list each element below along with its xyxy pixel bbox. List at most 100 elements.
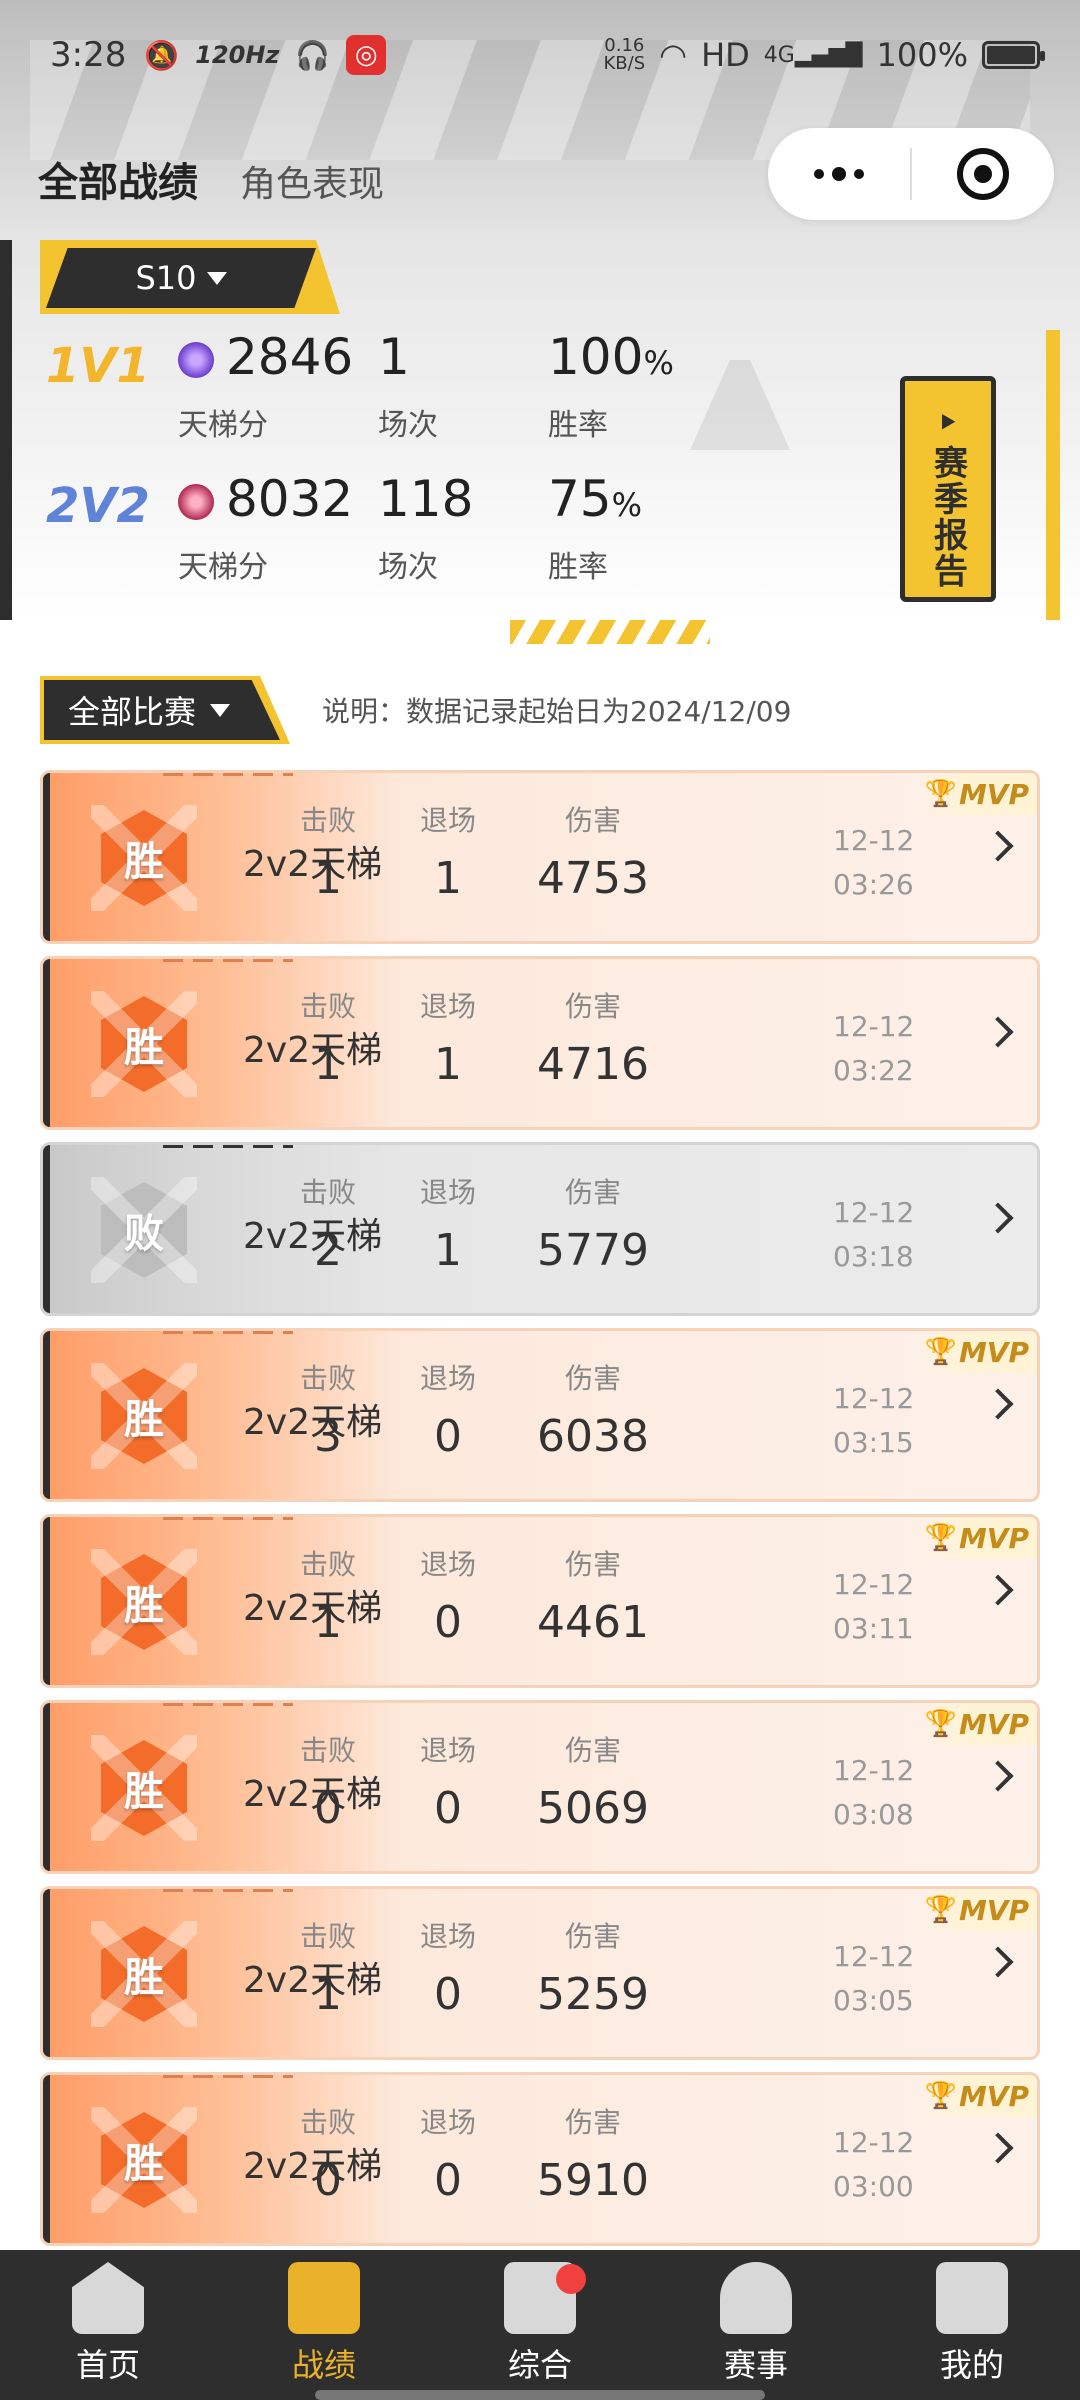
rating-label-2v2: 天梯分: [178, 550, 268, 585]
right-accent-strip: [1046, 330, 1060, 620]
matches-1v1: 1: [378, 328, 410, 386]
filter-label: 全部比赛: [68, 693, 197, 731]
winrate-1v1: 100%: [548, 328, 674, 386]
exits-header: 退场: [419, 1176, 476, 1209]
match-row[interactable]: 胜 2v2天梯 击败 0 退场 0 伤害 5069 12-12 03:08 🏆 MVP: [40, 1700, 1040, 1874]
headphones-icon: 🎧: [295, 38, 331, 72]
match-datetime: 12-12 03:05: [833, 1940, 915, 2017]
exits-header: 退场: [419, 804, 476, 837]
more-options-button[interactable]: [768, 128, 910, 220]
matches-label-1v1: 场次: [378, 408, 438, 443]
chevron-right-icon: [982, 1016, 1014, 1048]
kills-value: 1: [314, 1039, 342, 1090]
miniprogram-capsule: [768, 128, 1054, 220]
watermark-emblem: [690, 330, 790, 450]
result-badge: 胜: [91, 805, 197, 911]
exits-value: 0: [434, 1969, 462, 2020]
tab-all-records[interactable]: 全部战绩: [38, 150, 198, 208]
nav-records[interactable]: 战绩: [216, 2250, 432, 2400]
match-row[interactable]: 胜 2v2天梯 击败 1 退场 1 伤害 4753 12-12 03:26 🏆 MVP: [40, 770, 1040, 944]
match-datetime: 12-12 03:00: [833, 2126, 915, 2203]
exits-value: 1: [434, 1039, 462, 1090]
chevron-right-icon: [982, 1760, 1014, 1792]
result-badge: 胜: [91, 1735, 197, 1841]
damage-value: 6038: [537, 1411, 649, 1462]
chevron-right-icon: [982, 1946, 1014, 1978]
match-row[interactable]: 胜 2v2天梯 击败 3 退场 0 伤害 6038 12-12 03:15 🏆 MVP: [40, 1328, 1040, 1502]
home-indicator: [315, 2390, 765, 2400]
match-datetime: 12-12 03:08: [833, 1754, 915, 1831]
season-report-button[interactable]: ⯈ 赛季报告: [900, 376, 996, 602]
mvp-badge: 🏆 MVP: [917, 1517, 1037, 1559]
kills-header: 击败: [299, 1362, 356, 1395]
trophy-icon: 🏆: [924, 1523, 957, 1553]
crossed-swords-icon: [288, 2262, 360, 2334]
damage-header: 伤害: [564, 1548, 621, 1581]
kills-value: 0: [314, 2155, 342, 2206]
match-datetime: 12-12 03:22: [833, 1010, 915, 1087]
damage-value: 5069: [537, 1783, 649, 1834]
signal-icon: 4G▂▄▆█: [763, 42, 863, 68]
match-row[interactable]: 胜 2v2天梯 击败 0 退场 0 伤害 5910 12-12 03:00 🏆 MVP: [40, 2072, 1040, 2246]
exits-header: 退场: [419, 1734, 476, 1767]
exits-value: 0: [434, 1783, 462, 1834]
top-tabs: 全部战绩 角色表现: [38, 150, 384, 208]
result-badge: 胜: [91, 1363, 197, 1469]
mvp-badge: 🏆 MVP: [917, 2075, 1037, 2117]
winrate-label-2v2: 胜率: [548, 550, 608, 585]
match-datetime: 12-12 03:15: [833, 1382, 915, 1459]
profile-card-icon: [936, 2262, 1008, 2334]
match-filter-dropdown[interactable]: 全部比赛: [40, 676, 290, 744]
match-row[interactable]: 败 2v2天梯 击败 2 退场 1 伤害 5779 12-12 03:18: [40, 1142, 1040, 1316]
season-selector[interactable]: S10: [40, 240, 340, 314]
refresh-rate: 120Hz: [195, 41, 280, 69]
hazard-stripes: [510, 620, 710, 644]
rating-1v1: 2846: [226, 328, 354, 386]
home-icon: [72, 2262, 144, 2334]
damage-header: 伤害: [564, 1920, 621, 1953]
damage-value: 4753: [537, 853, 649, 904]
nav-profile[interactable]: 我的: [864, 2250, 1080, 2400]
chevron-right-icon: [982, 1202, 1014, 1234]
trophy-icon: 🏆: [924, 779, 957, 809]
notification-dot: [556, 2264, 586, 2294]
exits-header: 退场: [419, 1548, 476, 1581]
damage-value: 4716: [537, 1039, 649, 1090]
chevron-right-icon: [982, 830, 1014, 862]
match-row[interactable]: 胜 2v2天梯 击败 1 退场 0 伤害 4461 12-12 03:11 🏆 MVP: [40, 1514, 1040, 1688]
nav-home[interactable]: 首页: [0, 2250, 216, 2400]
nav-overview[interactable]: 综合: [432, 2250, 648, 2400]
match-row[interactable]: 胜 2v2天梯 击败 1 退场 1 伤害 4716 12-12 03:22: [40, 956, 1040, 1130]
winrate-2v2: 75%: [548, 470, 643, 528]
result-badge: 胜: [91, 1921, 197, 2027]
result-badge: 胜: [91, 1549, 197, 1655]
damage-header: 伤害: [564, 804, 621, 837]
left-accent-bar: [0, 240, 12, 620]
matches-label-2v2: 场次: [378, 550, 438, 585]
rank-gem-icon: [178, 484, 214, 520]
rating-2v2: 8032: [226, 470, 354, 528]
trophy-icon: 🏆: [924, 2081, 957, 2111]
kills-value: 1: [314, 1597, 342, 1648]
damage-header: 伤害: [564, 990, 621, 1023]
damage-header: 伤害: [564, 2106, 621, 2139]
kills-value: 0: [314, 1783, 342, 1834]
status-bar: 3:28 🔕 120Hz 🎧 ◎ 0.16 KB/S ◠ HD 4G▂▄▆█ 1…: [0, 0, 1080, 110]
tab-character-performance[interactable]: 角色表现: [240, 155, 384, 207]
kills-header: 击败: [299, 1176, 356, 1209]
exits-header: 退场: [419, 2106, 476, 2139]
kills-value: 1: [314, 1969, 342, 2020]
mode-2v2-label: 2V2: [46, 478, 150, 534]
trophy-icon: [720, 2262, 792, 2334]
close-miniprogram-button[interactable]: [912, 128, 1054, 220]
exits-header: 退场: [419, 990, 476, 1023]
caret-down-icon: [210, 703, 231, 717]
match-row[interactable]: 胜 2v2天梯 击败 1 退场 0 伤害 5259 12-12 03:05 🏆 MVP: [40, 1886, 1040, 2060]
nav-events[interactable]: 赛事: [648, 2250, 864, 2400]
kills-header: 击败: [299, 1548, 356, 1581]
caret-down-icon: [206, 271, 227, 285]
kills-header: 击败: [299, 1734, 356, 1767]
mvp-badge: 🏆 MVP: [917, 1331, 1037, 1373]
rank-gem-icon: [178, 342, 214, 378]
kills-header: 击败: [299, 2106, 356, 2139]
